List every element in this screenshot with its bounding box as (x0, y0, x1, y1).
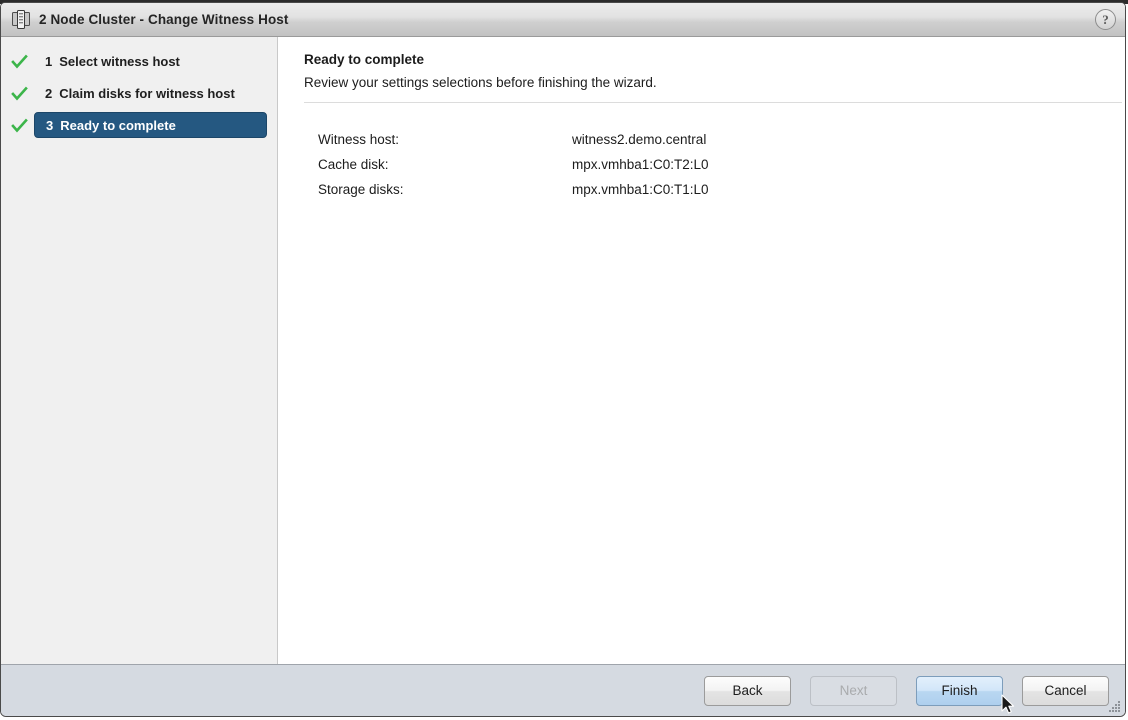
sidebar-item-number: 3 (46, 117, 54, 133)
resize-grip-icon[interactable] (1108, 699, 1122, 713)
cancel-button[interactable]: Cancel (1022, 675, 1109, 706)
sidebar-item-claim-disks-for-witness-host[interactable]: 2 Claim disks for witness host (1, 80, 271, 106)
help-icon[interactable]: ? (1095, 9, 1116, 30)
header-divider (304, 102, 1122, 103)
content-pane: Ready to complete Review your settings s… (278, 37, 1125, 664)
cluster-icon (12, 9, 30, 30)
page-subtitle: Review your settings selections before f… (304, 75, 657, 90)
sidebar-item-label: Ready to complete (60, 117, 176, 133)
summary-key: Witness host: (318, 132, 400, 147)
sidebar-item-ready-to-complete[interactable]: 3 Ready to complete (1, 112, 271, 138)
step-pill: 2 Claim disks for witness host (34, 80, 249, 106)
summary-row: Cache disk: mpx.vmhba1:C0:T2:L0 (318, 152, 1122, 177)
summary-value: mpx.vmhba1:C0:T1:L0 (572, 182, 709, 197)
sidebar-item-number: 1 (45, 53, 53, 69)
summary-key: Storage disks: (318, 182, 404, 197)
summary-row: Storage disks: mpx.vmhba1:C0:T1:L0 (318, 177, 1122, 202)
finish-button[interactable]: Finish (916, 675, 1003, 706)
summary-value: mpx.vmhba1:C0:T2:L0 (572, 157, 709, 172)
title-bar[interactable]: 2 Node Cluster - Change Witness Host ? (1, 3, 1125, 37)
wizard-steps-sidebar: 1 Select witness host 2 Claim disks for … (1, 37, 278, 664)
sidebar-item-label: Claim disks for witness host (59, 85, 235, 101)
page-title: Ready to complete (304, 52, 425, 67)
back-button[interactable]: Back (704, 675, 791, 706)
summary-row: Witness host: witness2.demo.central (318, 127, 1122, 152)
sidebar-item-select-witness-host[interactable]: 1 Select witness host (1, 48, 271, 74)
summary-list: Witness host: witness2.demo.central Cach… (318, 127, 1122, 202)
sidebar-item-number: 2 (45, 85, 53, 101)
window-title: 2 Node Cluster - Change Witness Host (39, 12, 289, 27)
dialog-footer: Back Next Finish Cancel (1, 664, 1125, 716)
wizard-dialog: 2 Node Cluster - Change Witness Host ? 1… (0, 2, 1126, 717)
sidebar-item-label: Select witness host (59, 53, 180, 69)
check-icon (11, 85, 28, 102)
next-button: Next (810, 675, 897, 706)
summary-key: Cache disk: (318, 157, 389, 172)
step-pill-active: 3 Ready to complete (34, 112, 267, 138)
check-icon (11, 117, 28, 134)
summary-value: witness2.demo.central (572, 132, 707, 147)
step-pill: 1 Select witness host (34, 48, 194, 74)
dialog-body: 1 Select witness host 2 Claim disks for … (1, 37, 1125, 664)
check-icon (11, 53, 28, 70)
